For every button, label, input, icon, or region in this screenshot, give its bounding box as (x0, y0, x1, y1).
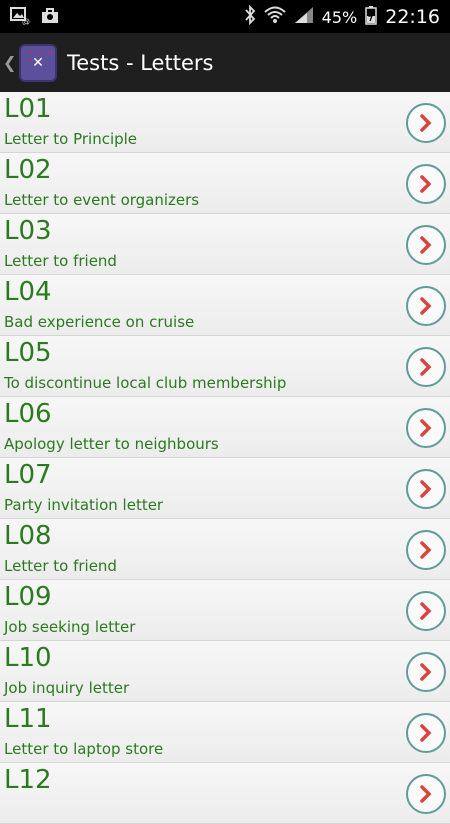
chevron-right-icon[interactable] (406, 469, 446, 509)
gallery-notification-icon: @ (10, 7, 30, 29)
chevron-right-icon[interactable] (406, 713, 446, 753)
list-item[interactable]: L12 (0, 763, 450, 824)
list-item[interactable]: L02 Letter to event organizers (0, 153, 450, 214)
item-description: Letter to Principle (4, 130, 138, 148)
item-code: L02 (4, 155, 52, 185)
svg-text:@: @ (22, 17, 30, 25)
chevron-right-icon[interactable] (406, 591, 446, 631)
status-bar: @ 45% 22:16 (0, 0, 450, 33)
chevron-right-icon[interactable] (406, 530, 446, 570)
item-description: Job seeking letter (4, 618, 136, 636)
battery-percent: 45% (321, 7, 358, 27)
briefcase-notification-icon (40, 7, 60, 29)
item-code: L08 (4, 521, 52, 551)
item-code: L07 (4, 460, 52, 490)
item-description: Letter to event organizers (4, 191, 200, 209)
list-item[interactable]: L11 Letter to laptop store (0, 702, 450, 763)
item-code: L06 (4, 399, 52, 429)
item-code: L11 (4, 704, 52, 734)
item-description: Job inquiry letter (4, 679, 130, 697)
signal-icon (294, 6, 314, 28)
app-logo-icon[interactable]: • • • • ✕ (19, 43, 57, 82)
chevron-right-icon[interactable] (406, 103, 446, 143)
bluetooth-icon (244, 4, 256, 29)
list-item[interactable]: L09 Job seeking letter (0, 580, 450, 641)
list-item[interactable]: L10 Job inquiry letter (0, 641, 450, 702)
chevron-right-icon[interactable] (406, 408, 446, 448)
chevron-right-icon[interactable] (406, 225, 446, 265)
list-item[interactable]: L01 Letter to Principle (0, 92, 450, 153)
item-description: Letter to friend (4, 557, 117, 575)
item-description: To discontinue local club membership (4, 374, 287, 392)
list-item[interactable]: L05 To discontinue local club membership (0, 336, 450, 397)
chevron-right-icon[interactable] (406, 652, 446, 692)
chevron-right-icon[interactable] (406, 286, 446, 326)
item-description: Letter to friend (4, 252, 117, 270)
letters-list: L01 Letter to Principle L02 Letter to ev… (0, 92, 450, 824)
item-code: L10 (4, 643, 52, 673)
chevron-right-icon[interactable] (406, 164, 446, 204)
list-item[interactable]: L06 Apology letter to neighbours (0, 397, 450, 458)
item-code: L09 (4, 582, 52, 612)
chevron-right-icon[interactable] (406, 774, 446, 814)
list-item[interactable]: L04 Bad experience on cruise (0, 275, 450, 336)
item-code: L05 (4, 338, 52, 368)
item-description: Apology letter to neighbours (4, 435, 219, 453)
list-item[interactable]: L03 Letter to friend (0, 214, 450, 275)
battery-icon (365, 5, 377, 29)
item-code: L03 (4, 216, 52, 246)
list-item[interactable]: L08 Letter to friend (0, 519, 450, 580)
clock: 22:16 (385, 6, 440, 28)
wifi-icon (264, 6, 286, 28)
back-caret-icon[interactable]: ❮ (3, 53, 16, 72)
action-bar: ❮ • • • • ✕ Tests - Letters (0, 33, 450, 92)
item-description: Letter to laptop store (4, 740, 164, 758)
chevron-right-icon[interactable] (406, 347, 446, 387)
item-description: Party invitation letter (4, 496, 164, 514)
item-description: Bad experience on cruise (4, 313, 195, 331)
item-code: L04 (4, 277, 52, 307)
item-code: L12 (4, 765, 52, 795)
page-title: Tests - Letters (67, 50, 214, 75)
item-code: L01 (4, 94, 52, 124)
list-item[interactable]: L07 Party invitation letter (0, 458, 450, 519)
